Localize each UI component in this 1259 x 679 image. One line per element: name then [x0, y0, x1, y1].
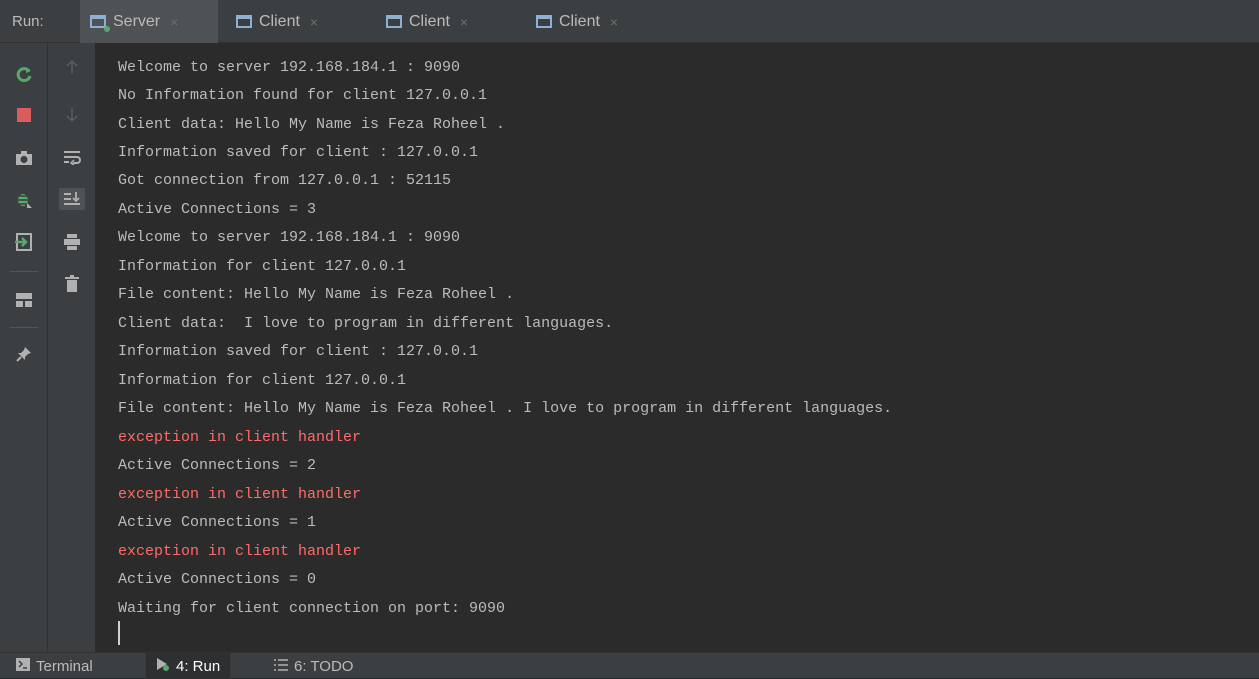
terminal-tab-label: Terminal: [36, 657, 93, 675]
console-error-line: exception in client handler: [118, 543, 362, 560]
console-icon: [536, 15, 552, 28]
console-line: Information saved for client : 127.0.0.1: [118, 343, 479, 360]
tab-server[interactable]: Server ×: [80, 0, 218, 43]
terminal-tab[interactable]: Terminal: [10, 653, 99, 679]
scroll-to-end-icon[interactable]: [59, 188, 85, 210]
tab-client-1[interactable]: Client ×: [226, 0, 366, 43]
run-icon: [156, 657, 170, 675]
console-line: Active Connections = 3: [118, 201, 317, 218]
layout-icon[interactable]: [11, 289, 37, 311]
trash-icon[interactable]: [59, 273, 85, 295]
run-actions-toolbar: [0, 43, 48, 652]
text-caret: [118, 621, 120, 645]
console-line: Active Connections = 2: [118, 457, 317, 474]
console-line: Active Connections = 0: [118, 571, 317, 588]
up-arrow-icon[interactable]: [59, 56, 85, 78]
close-icon[interactable]: ×: [610, 14, 618, 30]
console-output[interactable]: Welcome to server 192.168.184.1 : 9090 N…: [96, 43, 1259, 652]
tool-window-bar: Terminal 4: Run 6: TODO: [0, 652, 1259, 679]
console-line: Waiting for client connection on port: 9…: [118, 600, 506, 617]
console-error-line: exception in client handler: [118, 429, 362, 446]
todo-tab-label: 6: TODO: [294, 657, 354, 675]
console-actions-toolbar: [48, 43, 96, 652]
debug-icon[interactable]: [11, 189, 37, 211]
tab-label: Client: [259, 12, 300, 30]
tab-client-2[interactable]: Client ×: [376, 0, 516, 43]
todo-list-icon: [274, 658, 288, 675]
terminal-icon: [16, 657, 30, 675]
print-icon[interactable]: [59, 231, 85, 253]
console-icon: [90, 15, 110, 32]
console-line: Welcome to server 192.168.184.1 : 9090: [118, 59, 461, 76]
close-icon[interactable]: ×: [310, 14, 318, 30]
run-tab[interactable]: 4: Run: [146, 653, 231, 679]
console-line: Client data: Hello My Name is Feza Rohee…: [118, 116, 506, 133]
console-line: Got connection from 127.0.0.1 : 52115: [118, 172, 452, 189]
console-line: File content: Hello My Name is Feza Rohe…: [118, 286, 515, 303]
down-arrow-icon[interactable]: [59, 104, 85, 126]
console-line: File content: Hello My Name is Feza Rohe…: [118, 400, 893, 417]
close-icon[interactable]: ×: [460, 14, 468, 30]
console-icon: [236, 15, 252, 28]
stop-icon[interactable]: [11, 104, 37, 126]
console-line: Client data: I love to program in differ…: [118, 315, 614, 332]
camera-icon[interactable]: [11, 147, 37, 169]
soft-wrap-icon[interactable]: [59, 146, 85, 168]
pin-icon[interactable]: [11, 343, 37, 365]
close-icon[interactable]: ×: [170, 14, 178, 30]
todo-tab[interactable]: 6: TODO: [266, 653, 361, 679]
tab-label: Server: [113, 12, 161, 30]
run-tab-label: 4: Run: [176, 657, 221, 675]
console-line: Information for client 127.0.0.1: [118, 372, 407, 389]
exit-icon[interactable]: [11, 231, 37, 253]
rerun-icon[interactable]: [11, 63, 37, 85]
console-line: No Information found for client 127.0.0.…: [118, 87, 488, 104]
console-line: Active Connections = 1: [118, 514, 317, 531]
console-icon: [386, 15, 402, 28]
console-line: Information saved for client : 127.0.0.1: [118, 144, 479, 161]
console-line: Information for client 127.0.0.1: [118, 258, 407, 275]
run-toolwindow-header: Run: Server × Client × Client × Client ×: [0, 0, 1259, 43]
tab-label: Client: [409, 12, 450, 30]
tab-client-3[interactable]: Client ×: [526, 0, 666, 43]
console-line: Welcome to server 192.168.184.1 : 9090: [118, 229, 461, 246]
run-label: Run:: [12, 13, 44, 30]
tab-label: Client: [559, 12, 600, 30]
console-error-line: exception in client handler: [118, 486, 362, 503]
